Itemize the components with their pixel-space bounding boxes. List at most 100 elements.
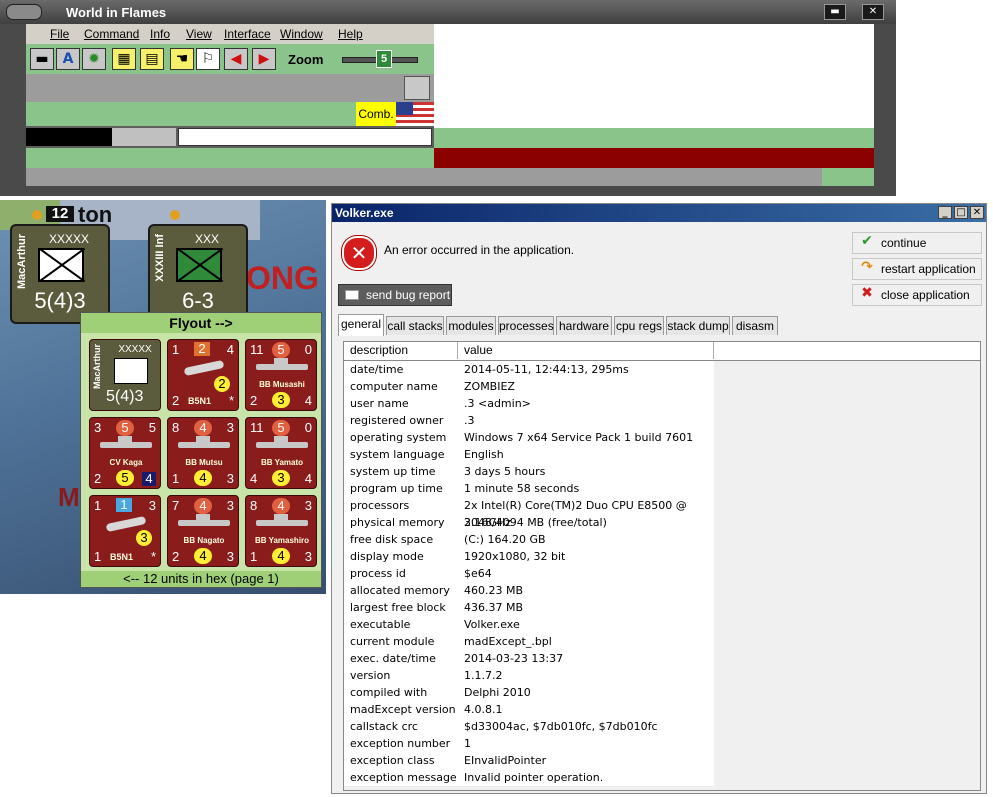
list-item[interactable]: largest free block 436.37 MB bbox=[344, 599, 714, 616]
row-description: allocated memory bbox=[350, 584, 450, 597]
dialog-titlebar[interactable]: Volker.exe _ □ ✕ bbox=[332, 204, 986, 222]
list-item[interactable]: processors 2x Intel(R) Core(TM)2 Duo CPU … bbox=[344, 497, 714, 529]
list-item[interactable]: version 1.1.7.2 bbox=[344, 667, 714, 684]
unit-counter[interactable]: 11 5 0 BB Yamato 4 3 4 bbox=[245, 417, 317, 489]
tab-stack-dump[interactable]: stack dump bbox=[666, 316, 730, 335]
flyout-panel: Flyout --> MacArthur XXXXX 5(4)3 1 2 4 2… bbox=[80, 312, 322, 588]
maximize-button[interactable]: □ bbox=[954, 206, 968, 219]
unit-counter[interactable]: MacArthur XXXXX 5(4)3 bbox=[89, 339, 161, 411]
info-panel bbox=[434, 24, 874, 128]
list-item[interactable]: madExcept version 4.0.8.1 bbox=[344, 701, 714, 718]
list-item[interactable]: current module madExcept_.bpl bbox=[344, 633, 714, 650]
menu-view[interactable]: View bbox=[186, 27, 212, 41]
list-item[interactable]: allocated memory 460.23 MB bbox=[344, 582, 714, 599]
list-item[interactable]: free disk space (C:) 164.20 GB bbox=[344, 531, 714, 548]
arrow-right-icon[interactable]: ▶ bbox=[252, 48, 276, 70]
unit-stat: 2 bbox=[172, 393, 180, 408]
minimize-button[interactable]: _ bbox=[938, 206, 952, 219]
tab-general[interactable]: general bbox=[338, 314, 384, 336]
tab-hardware[interactable]: hardware bbox=[556, 316, 612, 335]
list-item[interactable]: computer name ZOMBIEZ bbox=[344, 378, 714, 395]
list-item[interactable]: physical memory 2048/4094 MB (free/total) bbox=[344, 514, 714, 531]
unit-counter[interactable]: 11 5 0 BB Musashi 2 3 4 bbox=[245, 339, 317, 411]
list-item[interactable]: executable Volker.exe bbox=[344, 616, 714, 633]
list-item[interactable]: date/time 2014-05-11, 12:44:13, 295ms bbox=[344, 361, 714, 378]
unit-counter[interactable]: 1 2 4 2 2 B5N1 * bbox=[167, 339, 239, 411]
list-item[interactable]: exception number 1 bbox=[344, 735, 714, 752]
list-item[interactable]: program up time 1 minute 58 seconds bbox=[344, 480, 714, 497]
info-list[interactable]: description value date/time 2014-05-11, 1… bbox=[343, 341, 981, 791]
list-item[interactable]: compiled with Delphi 2010 bbox=[344, 684, 714, 701]
train-icon[interactable]: ▬ bbox=[30, 48, 54, 70]
row-value: English bbox=[464, 448, 504, 461]
list-item[interactable]: operating system Windows 7 x64 Service Pa… bbox=[344, 429, 714, 446]
list-item[interactable]: display mode 1920x1080, 32 bit bbox=[344, 548, 714, 565]
corps-counter-xxxiii[interactable]: XXXIII Inf XXX 6-3 bbox=[148, 224, 248, 324]
menu-window[interactable]: Window bbox=[280, 27, 323, 41]
hand-icon[interactable]: ☚ bbox=[170, 48, 194, 70]
column-value[interactable]: value bbox=[458, 342, 714, 359]
minimize-button[interactable]: ▬ bbox=[824, 4, 846, 20]
zoom-slider-thumb[interactable]: 5 bbox=[376, 50, 392, 68]
continue-application-button[interactable]: ✔ continue application bbox=[852, 232, 982, 270]
menu-help[interactable]: Help bbox=[338, 27, 363, 41]
row-value: .3 <admin> bbox=[464, 397, 531, 410]
unit-counter[interactable]: 3 5 5 CV Kaga 2 5 4 bbox=[89, 417, 161, 489]
menu-command[interactable]: Command bbox=[84, 27, 139, 41]
close-application-button[interactable]: ✖ close application bbox=[852, 284, 982, 306]
unit-stat: 3 bbox=[226, 471, 234, 486]
flyout-prev-button[interactable]: <-- 12 units in hex (page 1) bbox=[81, 571, 321, 587]
unit-stat: 3 bbox=[272, 392, 290, 408]
list-item[interactable]: system up time 3 days 5 hours bbox=[344, 463, 714, 480]
tab-cpu-regs[interactable]: cpu regs bbox=[614, 316, 664, 335]
list-item[interactable]: registered owner .3 bbox=[344, 412, 714, 429]
counter-commander: XXXIII Inf bbox=[154, 234, 166, 282]
list-header: description value bbox=[344, 342, 980, 361]
settings-icon[interactable] bbox=[404, 76, 430, 100]
unit-counter[interactable]: 8 4 3 BB Yamashiro 1 4 3 bbox=[245, 495, 317, 567]
unit-counter[interactable]: 7 4 3 BB Nagato 2 4 3 bbox=[167, 495, 239, 567]
row-description: madExcept version bbox=[350, 703, 456, 716]
wif-titlebar[interactable]: World in Flames ▬ ✕ bbox=[0, 0, 896, 24]
close-button[interactable]: ✕ bbox=[862, 4, 884, 20]
close-button[interactable]: ✕ bbox=[970, 206, 984, 219]
menu-interface[interactable]: Interface bbox=[224, 27, 271, 41]
menu-file[interactable]: File bbox=[50, 27, 69, 41]
army-counter-macarthur[interactable]: MacArthur XXXXX 5(4)3 bbox=[10, 224, 110, 324]
row-value: 2014-03-23 13:37 bbox=[464, 652, 564, 665]
list-item[interactable]: exception class EInvalidPointer bbox=[344, 752, 714, 769]
gear-green-icon[interactable]: ✹ bbox=[82, 48, 106, 70]
restart-arrow-icon: ↷ bbox=[861, 259, 873, 275]
flag-icon[interactable]: ⚐ bbox=[196, 48, 220, 70]
combat-indicator[interactable]: Comb. bbox=[356, 102, 396, 126]
list-item[interactable]: callstack crc $d33004ac, $7db010fc, $7db0… bbox=[344, 718, 714, 735]
arrow-left-icon[interactable]: ◀ bbox=[224, 48, 248, 70]
font-icon[interactable]: A bbox=[56, 48, 80, 70]
zoom-label: Zoom bbox=[288, 52, 324, 67]
list-item[interactable]: process id $e64 bbox=[344, 565, 714, 582]
row-value: 4.0.8.1 bbox=[464, 703, 503, 716]
flyout-next-button[interactable]: Flyout --> bbox=[81, 313, 321, 333]
list-item[interactable]: exec. date/time 2014-03-23 13:37 bbox=[344, 650, 714, 667]
grid-icon[interactable]: ▦ bbox=[112, 48, 136, 70]
column-description[interactable]: description bbox=[344, 342, 458, 359]
unit-counter[interactable]: 8 4 3 BB Mutsu 1 4 3 bbox=[167, 417, 239, 489]
list-item[interactable]: exception message Invalid pointer operati… bbox=[344, 769, 714, 786]
command-input[interactable] bbox=[178, 128, 432, 146]
tab-disasm[interactable]: disasm bbox=[732, 316, 778, 335]
status-strip-3 bbox=[26, 148, 434, 168]
unit-stat: 4 bbox=[194, 498, 212, 514]
unit-counter[interactable]: 1 1 3 3 1 B5N1 * bbox=[89, 495, 161, 567]
send-bug-report-button[interactable]: send bug report bbox=[338, 284, 452, 306]
row-value: Volker.exe bbox=[464, 618, 520, 631]
tab-modules[interactable]: modules bbox=[446, 316, 496, 335]
list-item[interactable]: system language English bbox=[344, 446, 714, 463]
system-menu-button[interactable] bbox=[6, 4, 42, 20]
ship-icon bbox=[100, 436, 152, 448]
tab-processes[interactable]: processes bbox=[498, 316, 554, 335]
tab-call-stacks[interactable]: call stacks bbox=[386, 316, 444, 335]
list-item[interactable]: user name .3 <admin> bbox=[344, 395, 714, 412]
page-icon[interactable]: ▤ bbox=[140, 48, 164, 70]
restart-application-button[interactable]: ↷ restart application bbox=[852, 258, 982, 280]
menu-info[interactable]: Info bbox=[150, 27, 170, 41]
